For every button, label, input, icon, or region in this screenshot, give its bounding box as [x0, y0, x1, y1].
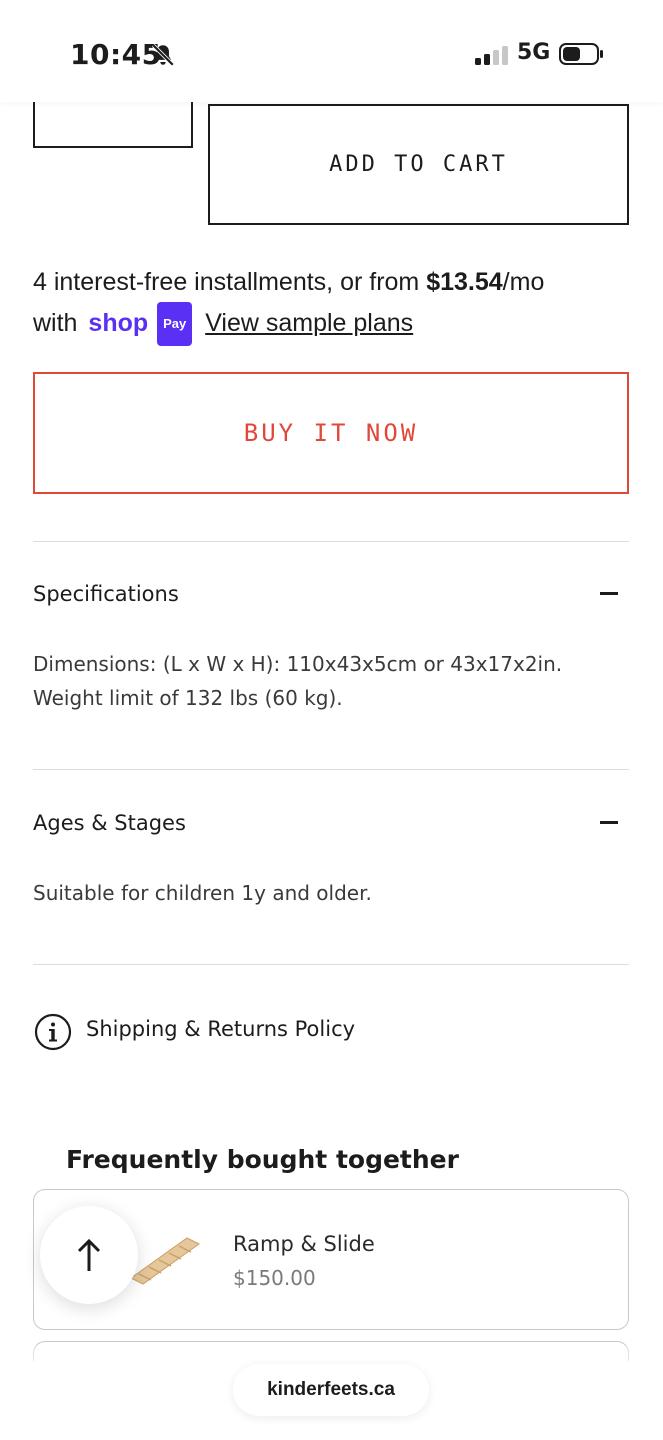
collapse-icon[interactable] — [600, 821, 618, 824]
collapse-icon[interactable] — [600, 592, 618, 595]
scroll-to-top-button[interactable] — [40, 1206, 138, 1304]
divider — [33, 964, 629, 965]
browser-url-bar[interactable]: kinderfeets.ca — [233, 1364, 429, 1416]
installments-with: with — [33, 309, 78, 337]
status-time: 10:45 — [70, 38, 162, 71]
accordion-specifications-title[interactable]: Specifications — [33, 582, 179, 606]
shop-pay-logo: shop Pay — [88, 302, 193, 346]
specifications-body: Dimensions: (L x W x H): 110x43x5cm or 4… — [33, 652, 563, 710]
add-to-cart-label: ADD TO CART — [329, 152, 508, 177]
divider — [33, 769, 629, 770]
installments-text: 4 interest-free installments, or from — [33, 268, 427, 296]
network-label: 5G — [517, 40, 551, 65]
ramp-slide-image — [130, 1237, 200, 1285]
product-name[interactable]: Ramp & Slide — [233, 1232, 375, 1256]
view-sample-plans-link[interactable]: View sample plans — [205, 309, 413, 337]
buy-it-now-label: BUY IT NOW — [243, 419, 419, 447]
shipping-returns-link[interactable]: Shipping & Returns Policy — [86, 1017, 355, 1041]
signal-icon — [475, 46, 508, 65]
ages-body: Suitable for children 1y and older. — [33, 881, 372, 905]
buy-it-now-button[interactable]: BUY IT NOW — [33, 372, 629, 494]
battery-icon — [559, 43, 603, 65]
arrow-up-icon — [77, 1238, 101, 1271]
installments-per-month: /mo — [502, 268, 545, 296]
status-bar: 10:45 5G — [0, 0, 663, 102]
shop-logo-text: shop — [88, 309, 149, 337]
accordion-ages-title[interactable]: Ages & Stages — [33, 811, 186, 835]
url-text: kinderfeets.ca — [267, 1379, 395, 1400]
pay-badge: Pay — [157, 302, 193, 346]
info-icon — [34, 1013, 72, 1051]
installment-amount: $13.54 — [426, 268, 503, 296]
frequently-bought-title: Frequently bought together — [66, 1145, 459, 1174]
installments-message: 4 interest-free installments, or from $1… — [33, 262, 633, 346]
add-to-cart-button[interactable]: ADD TO CART — [208, 104, 629, 225]
product-price: $150.00 — [233, 1266, 316, 1290]
divider — [33, 541, 629, 542]
bell-slash-icon — [151, 43, 175, 67]
